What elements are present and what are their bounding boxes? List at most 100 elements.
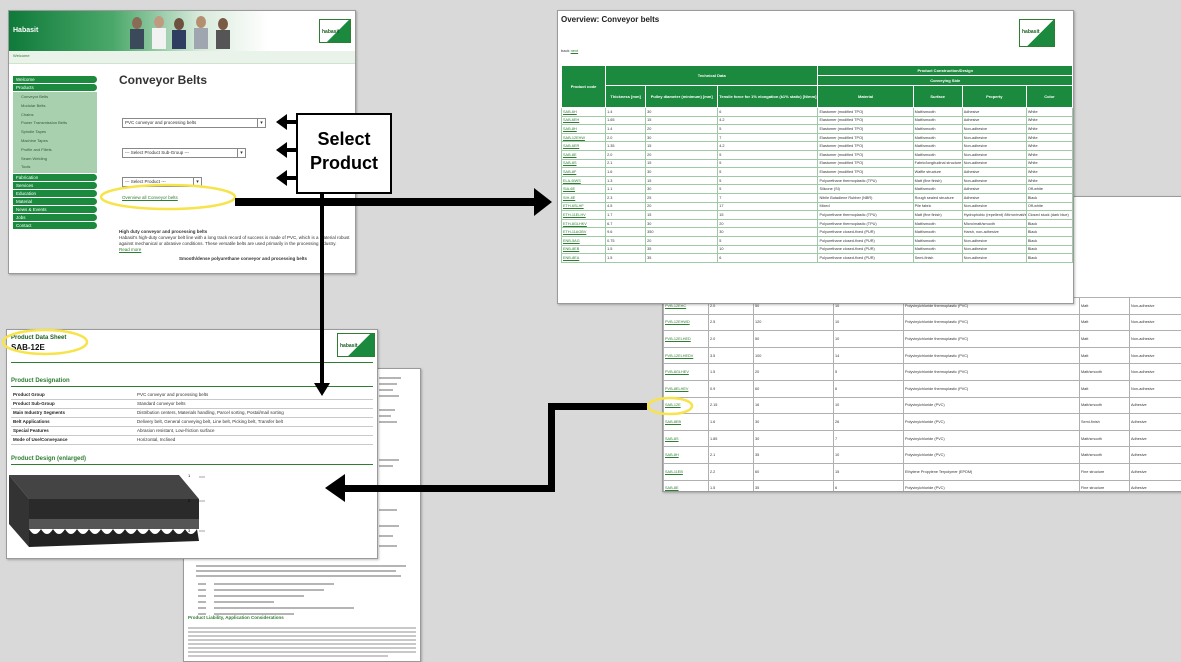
table-cell: Polyurethane closed-fixed (PUR): [818, 236, 913, 245]
overview-table-row: SIH-8E2.3257Nitrile Butadiene Rubber (NB…: [562, 193, 1073, 202]
nav-products-submenu: Conveyor Belts Modular Belts Chains Powe…: [13, 92, 97, 173]
table-cell: 15: [646, 142, 718, 151]
table-cell: White: [1026, 133, 1072, 142]
nav-contact[interactable]: Contact: [13, 222, 97, 229]
table-cell: Elastomer (modified TPO): [818, 108, 913, 117]
nav-sub-item[interactable]: Seam Welding: [13, 155, 97, 164]
continued-table-row: PVB-12EHWD2.512010Polyvinylchloride ther…: [664, 314, 1181, 331]
callout-line2: Product: [298, 152, 390, 174]
table-cell: Matt/smooth: [913, 125, 962, 134]
product-code-link[interactable]: ENB-8EB: [562, 245, 606, 254]
product-code-link[interactable]: ETH-11ELHV: [562, 211, 606, 220]
product-code-link[interactable]: SAB-11EB: [664, 463, 709, 480]
table-cell: 1.6: [606, 168, 646, 177]
nav-sub-item[interactable]: Power Transmission Belts: [13, 119, 97, 128]
product-code-link[interactable]: ETH-6SLHF: [562, 202, 606, 211]
table-cell: 10: [834, 314, 904, 331]
table-cell: Semi-finish: [913, 254, 962, 263]
product-code-link[interactable]: SAB-8EB: [664, 414, 709, 431]
product-code-link[interactable]: SAB-8F: [562, 168, 606, 177]
table-cell: Matt/smooth: [1080, 430, 1130, 447]
table-cell: 15: [646, 176, 718, 185]
breadcrumb-bar: Welcome: [9, 51, 355, 64]
col-tensile: Tensile force for 1% elongation (k1% sta…: [718, 86, 818, 108]
table-cell: 20: [646, 236, 718, 245]
product-code-link[interactable]: SAB-6H: [562, 108, 606, 117]
table-cell: 350: [646, 228, 718, 237]
nav-material[interactable]: Material: [13, 198, 97, 205]
col-product-code: Product code: [562, 66, 606, 108]
product-code-link[interactable]: ENB-5AG: [562, 236, 606, 245]
nav-news-events[interactable]: News & Events: [13, 206, 97, 213]
nav-fabrication[interactable]: Fabrication: [13, 174, 97, 181]
product-code-link[interactable]: PVB-8ELHEV: [664, 380, 709, 397]
product-group-select[interactable]: PVC conveyor and processing belts▾: [122, 118, 266, 128]
table-cell: 20: [646, 202, 718, 211]
nav-sub-item[interactable]: Conveyor Belts: [13, 93, 97, 102]
product-code-link[interactable]: SAB-12EHW: [562, 133, 606, 142]
product-code-link[interactable]: SAB-8S: [664, 430, 709, 447]
product-code-link[interactable]: SAB-8H: [664, 447, 709, 464]
nav-jobs[interactable]: Jobs: [13, 214, 97, 221]
product-code-link[interactable]: SAB-8E: [664, 480, 709, 492]
intro-text: Habasit's high-duty conveyor belt line w…: [119, 235, 355, 247]
nav-sub-item[interactable]: Profile and Fillets: [13, 146, 97, 155]
table-cell: 9.6: [606, 228, 646, 237]
table-cell: Matt/smooth: [913, 228, 962, 237]
table-cell: Non-adhesive: [962, 125, 1026, 134]
product-code-link[interactable]: ENB-8EA: [562, 254, 606, 263]
product-code-link[interactable]: SIH-8E: [562, 193, 606, 202]
product-code-link[interactable]: PVB-12EHWD: [664, 314, 709, 331]
table-cell: Non-adhesive: [1130, 314, 1181, 331]
nav-sub-item[interactable]: Modular Belts: [13, 102, 97, 111]
next-link[interactable]: next: [571, 48, 579, 53]
product-code-link[interactable]: SAB-12E: [664, 397, 709, 414]
breadcrumb[interactable]: Welcome: [13, 53, 30, 58]
table-cell: 30: [754, 414, 834, 431]
product-subgroup-select[interactable]: --- Select Product Sub-Group ---▾: [122, 148, 246, 158]
nav-sub-item[interactable]: Tools: [13, 163, 97, 172]
table-cell: 2.5: [709, 314, 754, 331]
table-cell: 1.5: [606, 245, 646, 254]
product-code-link[interactable]: SAB-8E: [562, 150, 606, 159]
table-cell: Polyvinylchloride thermoplastic (PVC): [904, 380, 1080, 397]
nav-products[interactable]: Products: [13, 84, 97, 91]
table-cell: Matt: [1080, 331, 1130, 348]
product-code-link[interactable]: ETH-11AGBV: [562, 228, 606, 237]
product-code-link[interactable]: SIA-6E: [562, 185, 606, 194]
product-code-link[interactable]: SAB-6EH: [562, 116, 606, 125]
layer-label: 2: [188, 498, 190, 503]
overview-conveyor-belts-page: Overview: Conveyor belts back next habas…: [557, 10, 1074, 304]
product-code-link[interactable]: ELA-6IWS: [562, 176, 606, 185]
product-code-link[interactable]: ETH-8GLHKV: [562, 219, 606, 228]
nav-welcome[interactable]: Welcome: [13, 76, 97, 83]
overview-table-row: ENB-8EB1.53510Polyurethane closed-fixed …: [562, 245, 1073, 254]
product-select[interactable]: --- Select Product ---▾: [122, 177, 202, 187]
product-code-link[interactable]: PVB-12ELHED: [664, 331, 709, 348]
product-code-link[interactable]: SAB-6ER: [562, 142, 606, 151]
overview-all-link[interactable]: Overview all Conveyor belts: [122, 195, 178, 200]
nav-sub-item[interactable]: Machine Tapes: [13, 137, 97, 146]
row-value: Standard conveyor belts: [137, 401, 186, 406]
table-cell: Fine structure: [1080, 463, 1130, 480]
overview-table-row: SAB-8E2.0205Elastomer (modified TPO)Matt…: [562, 150, 1073, 159]
table-cell: Non-adhesive: [962, 133, 1026, 142]
continued-table-row: SAB-12E2.151610Polyvinylchloride (PVC)Ma…: [664, 397, 1181, 414]
nav-education[interactable]: Education: [13, 190, 97, 197]
product-code-link[interactable]: PVB-12ELHEDV: [664, 347, 709, 364]
sidebar-nav: Welcome Products Conveyor Belts Modular …: [9, 75, 101, 230]
nav-sub-item[interactable]: Spindle Tapes: [13, 128, 97, 137]
nav-sub-item[interactable]: Chains: [13, 111, 97, 120]
table-cell: 16: [754, 397, 834, 414]
col-technical-data: Technical Data: [606, 66, 818, 86]
table-cell: White: [1026, 116, 1072, 125]
table-cell: Matt: [1080, 380, 1130, 397]
product-code-link[interactable]: PVB-8GLHEV: [664, 364, 709, 381]
site-logo[interactable]: habasit: [319, 19, 351, 43]
product-code-link[interactable]: SAB-8S: [562, 159, 606, 168]
read-more-link[interactable]: Read more: [119, 247, 355, 253]
table-cell: 5: [718, 159, 818, 168]
nav-services[interactable]: Services: [13, 182, 97, 189]
table-cell: 30: [646, 168, 718, 177]
product-code-link[interactable]: SAB-8H: [562, 125, 606, 134]
